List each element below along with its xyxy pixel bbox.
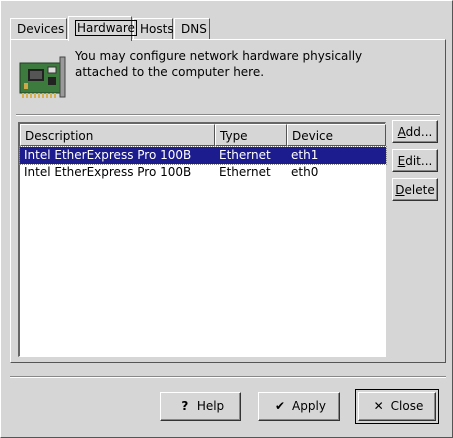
tab-hosts-label: Hosts <box>140 22 174 36</box>
help-icon: ? <box>181 399 189 413</box>
apply-button[interactable]: ✔ Apply <box>258 392 340 421</box>
tab-dns-label: DNS <box>181 22 207 36</box>
add-mnemonic: A <box>397 125 406 139</box>
tab-hardware-label: Hardware <box>75 20 137 36</box>
column-header-device[interactable]: Device <box>287 124 386 146</box>
hardware-tab-page: You may configure network hardware physi… <box>10 39 446 363</box>
network-card-icon <box>19 56 66 98</box>
info-text: You may configure network hardware physi… <box>75 48 435 80</box>
column-header-type[interactable]: Type <box>215 124 287 146</box>
tab-hosts[interactable]: Hosts <box>133 18 174 40</box>
checkmark-icon: ✔ <box>275 399 286 413</box>
table-row[interactable]: Intel EtherExpress Pro 100B Ethernet eth… <box>19 146 387 165</box>
list-header: Description Type Device <box>20 124 386 146</box>
delete-mnemonic: D <box>395 183 405 197</box>
row-device: eth0 <box>291 165 319 179</box>
info-line-2: attached to the computer here. <box>75 65 265 79</box>
bottom-separator <box>10 376 446 378</box>
hardware-list[interactable]: Description Type Device Intel EtherExpre… <box>18 122 387 357</box>
close-button[interactable]: ✕ Close <box>358 392 436 421</box>
add-button[interactable]: Add... <box>392 120 438 143</box>
row-description: Intel EtherExpress Pro 100B <box>24 148 192 162</box>
row-description: Intel EtherExpress Pro 100B <box>24 165 192 179</box>
help-label: Help <box>196 399 225 413</box>
info-line-1: You may configure network hardware physi… <box>75 49 363 63</box>
edit-button[interactable]: Edit... <box>392 149 438 172</box>
add-label: dd... <box>405 125 433 139</box>
row-device: eth1 <box>291 148 319 162</box>
tab-devices-label: Devices <box>17 22 65 36</box>
close-button-focus-frame: ✕ Close <box>355 389 439 424</box>
network-configuration-window: Devices Hardware Hosts DNS You may confi… <box>0 0 453 438</box>
row-type: Ethernet <box>219 148 271 162</box>
column-header-description[interactable]: Description <box>20 124 215 146</box>
delete-button[interactable]: Delete <box>392 178 438 201</box>
close-label: Close <box>390 399 424 413</box>
apply-label: Apply <box>292 399 326 413</box>
tab-dns[interactable]: DNS <box>174 18 210 40</box>
close-icon: ✕ <box>373 399 384 413</box>
tab-hardware[interactable]: Hardware <box>68 16 137 41</box>
row-type: Ethernet <box>219 165 271 179</box>
help-button[interactable]: ? Help <box>160 392 241 421</box>
tab-devices[interactable]: Devices <box>10 18 67 40</box>
edit-label: dit... <box>405 154 433 168</box>
separator <box>16 114 440 116</box>
delete-label: elete <box>404 183 435 197</box>
table-row[interactable]: Intel EtherExpress Pro 100B Ethernet eth… <box>20 164 386 181</box>
